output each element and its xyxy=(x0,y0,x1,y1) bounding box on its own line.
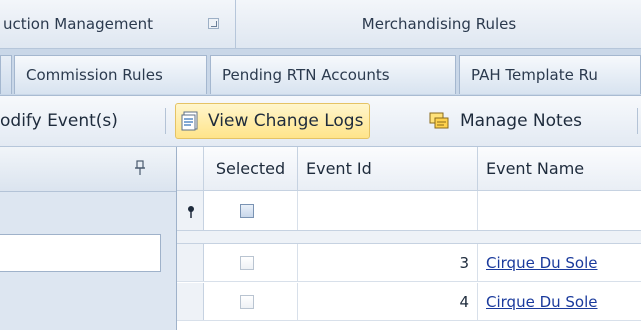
row-checkbox[interactable] xyxy=(240,256,254,270)
filter-cell-selected xyxy=(204,191,298,230)
filter-checkbox[interactable] xyxy=(240,204,254,218)
ribbon-group-label: Merchandising Rules xyxy=(361,15,517,33)
table-row[interactable]: 3 Cirque Du Sole xyxy=(177,244,641,282)
events-grid: Selected Event Id Event Name 3 Cirque Du… xyxy=(177,147,641,330)
column-header-event-name[interactable]: Event Name xyxy=(478,147,641,191)
tab-label: Commission Rules xyxy=(26,66,163,84)
tab-label: Pending RTN Accounts xyxy=(222,66,390,84)
document-icon xyxy=(180,110,202,132)
modify-events-label: odify Event(s) xyxy=(0,111,118,131)
event-name-link[interactable]: Cirque Du Sole xyxy=(478,283,641,320)
view-change-logs-label: View Change Logs xyxy=(208,111,364,131)
left-side-panel xyxy=(0,147,177,330)
tab-strip: Commission Rules Pending RTN Accounts PA… xyxy=(0,49,641,96)
row-indicator[interactable] xyxy=(177,283,204,320)
event-name-link[interactable]: Cirque Du Sole xyxy=(478,244,641,281)
table-row[interactable]: 4 Cirque Du Sole xyxy=(177,283,641,321)
app-window: uction Management Merchandising Rules Co… xyxy=(0,0,641,330)
selected-cell xyxy=(204,283,298,320)
tab-pending-rtn-accounts[interactable]: Pending RTN Accounts xyxy=(210,55,456,94)
filter-cell-event-name[interactable] xyxy=(478,191,641,230)
manage-notes-button[interactable]: Manage Notes xyxy=(428,96,582,146)
filter-cell-event-id[interactable] xyxy=(298,191,478,230)
tab-pah-template-rules[interactable]: PAH Template Ru xyxy=(459,55,641,94)
filter-pin-icon xyxy=(186,204,196,218)
panel-header xyxy=(0,147,176,192)
column-header-event-id[interactable]: Event Id xyxy=(298,147,478,191)
event-id-cell: 3 xyxy=(298,244,478,281)
ribbon-group-row: uction Management Merchandising Rules xyxy=(0,0,641,49)
toolbar-separator xyxy=(165,108,166,134)
event-id-cell: 4 xyxy=(298,283,478,320)
dialog-launcher-icon[interactable] xyxy=(208,18,219,29)
column-header-selected[interactable]: Selected xyxy=(204,147,298,191)
row-checkbox[interactable] xyxy=(240,295,254,309)
view-change-logs-button[interactable]: View Change Logs xyxy=(175,103,371,139)
row-indicator[interactable] xyxy=(177,244,204,281)
ribbon-group-merchandising-rules: Merchandising Rules xyxy=(237,0,641,48)
filter-row xyxy=(177,191,641,231)
ribbon-group-auction-management: uction Management xyxy=(0,0,236,48)
filter-row-indicator xyxy=(177,191,204,230)
selected-cell xyxy=(204,244,298,281)
tab-label: PAH Template Ru xyxy=(471,66,598,84)
grid-spacer xyxy=(177,231,641,244)
tab-commission-rules[interactable]: Commission Rules xyxy=(14,55,207,94)
pin-icon[interactable] xyxy=(134,159,146,177)
ribbon-group-label: uction Management xyxy=(3,15,154,33)
tab-previous[interactable] xyxy=(0,55,12,94)
panel-search-input[interactable] xyxy=(0,234,161,272)
modify-events-button[interactable]: odify Event(s) xyxy=(0,96,118,146)
notes-icon xyxy=(428,110,452,132)
toolbar-separator xyxy=(637,108,638,134)
manage-notes-label: Manage Notes xyxy=(460,111,583,131)
toolbar: odify Event(s) View Change Logs Manage N… xyxy=(0,96,641,147)
row-indicator-header xyxy=(177,147,204,191)
